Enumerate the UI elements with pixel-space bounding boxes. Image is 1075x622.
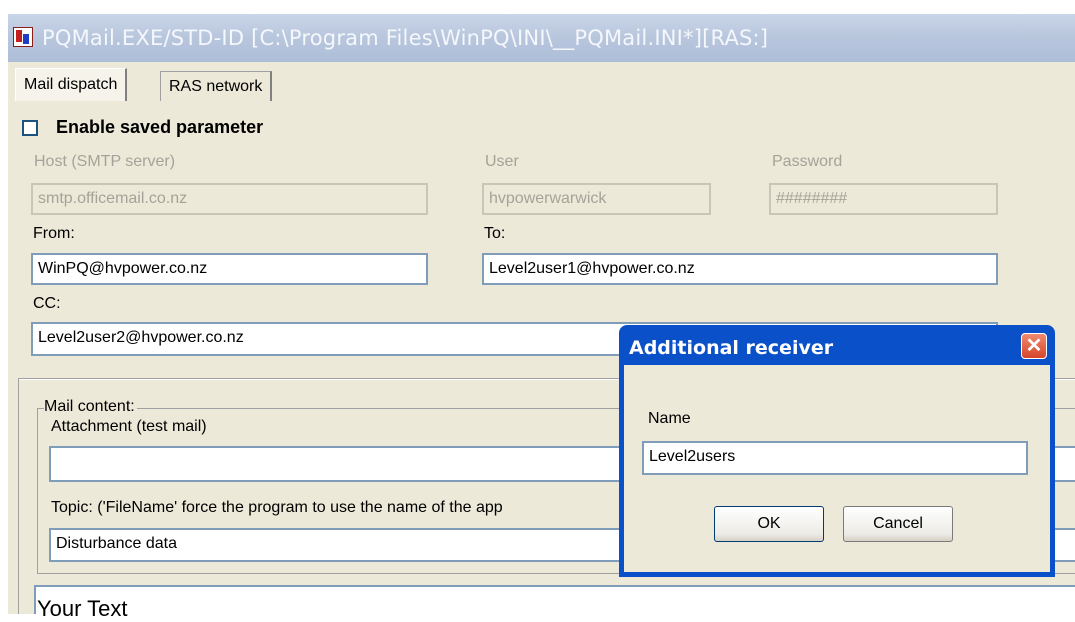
mail-body-textarea[interactable] (34, 585, 1075, 614)
user-label: User (485, 153, 519, 170)
cc-label: CC: (33, 295, 61, 312)
to-label: To: (484, 225, 506, 242)
host-input[interactable]: smtp.officemail.co.nz (31, 183, 428, 215)
mail-content-label: Mail content: (44, 398, 137, 416)
name-input[interactable]: Level2users (642, 441, 1028, 475)
name-label: Name (648, 410, 691, 427)
tab-mail-dispatch[interactable]: Mail dispatch (15, 68, 128, 101)
password-label: Password (772, 153, 843, 170)
host-label: Host (SMTP server) (34, 153, 176, 170)
attachment-label: Attachment (test mail) (51, 418, 207, 435)
close-x-icon[interactable]: ✕ (1021, 333, 1047, 359)
window-title: PQMail.EXE/STD-ID [C:\Program Files\WinP… (42, 26, 769, 50)
dialog-title: Additional receiver (629, 337, 834, 359)
user-input[interactable]: hvpowerwarwick (482, 183, 711, 215)
content-left-edge (18, 379, 19, 614)
mail-body-text: Your Text (37, 596, 128, 621)
app-chart-icon[interactable] (13, 27, 33, 47)
enable-saved-checkbox[interactable] (22, 120, 38, 136)
to-input[interactable]: Level2user1@hvpower.co.nz (482, 253, 998, 285)
topic-label: Topic: ('FileName' force the program to … (51, 499, 503, 516)
main-window: PQMail.EXE/STD-ID [C:\Program Files\WinP… (0, 0, 1075, 621)
dialog-body: Name Level2users OK Cancel (624, 365, 1050, 572)
tab-ras-network[interactable]: RAS network (160, 71, 273, 101)
ok-button[interactable]: OK (714, 506, 824, 542)
additional-receiver-dialog: Additional receiver ✕ Name Level2users O… (619, 325, 1055, 577)
from-label: From: (33, 225, 75, 242)
cancel-button[interactable]: Cancel (843, 506, 953, 542)
password-input[interactable]: ######## (769, 183, 998, 215)
from-input[interactable]: WinPQ@hvpower.co.nz (31, 253, 428, 285)
enable-saved-label: Enable saved parameter (56, 117, 264, 137)
